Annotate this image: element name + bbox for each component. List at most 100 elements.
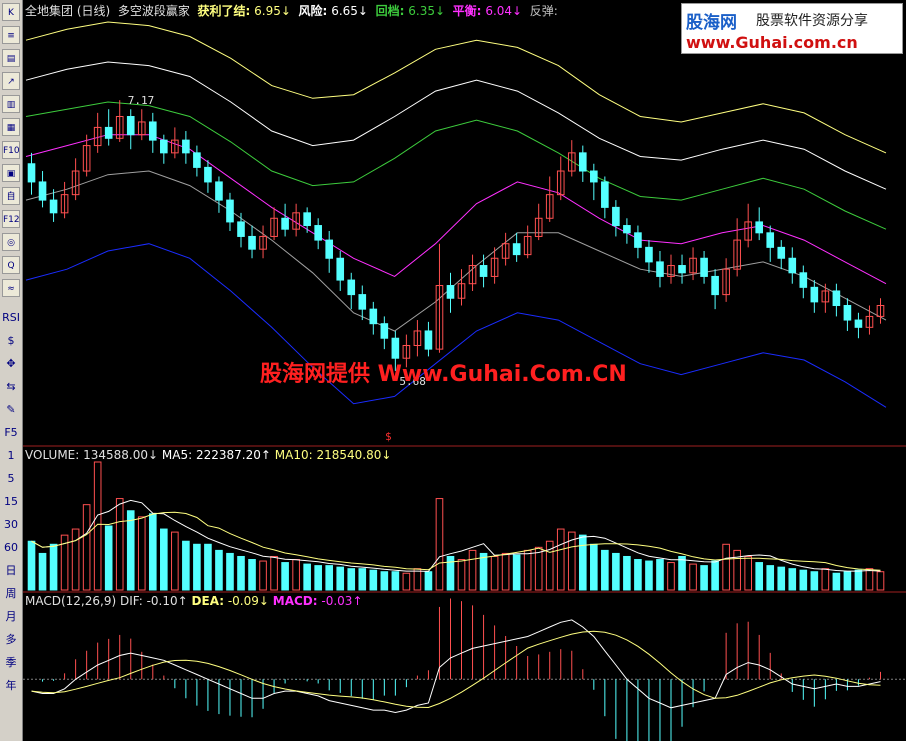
candle-body — [843, 305, 852, 321]
candle-body — [766, 232, 775, 248]
candle-body — [678, 265, 686, 274]
candle-body — [358, 294, 367, 310]
dif-value: -0.10↑ — [146, 594, 188, 608]
volume-bar — [193, 543, 201, 591]
band-line-2 — [25, 101, 887, 230]
toolbar-button-8[interactable]: 自 — [2, 187, 20, 205]
volume-bar — [755, 562, 764, 591]
toolbar-button-2[interactable]: ▤ — [2, 49, 20, 67]
volume-bar — [82, 504, 91, 591]
volume-bar — [656, 559, 664, 591]
stock-name: 全地集团 (日线) — [25, 4, 111, 18]
dea-label: DEA: — [191, 594, 224, 608]
toolbar-button-11[interactable]: Q — [2, 256, 20, 274]
candle-body — [237, 221, 245, 237]
toolbar-item-14[interactable]: 多 — [2, 630, 20, 650]
candle-body — [204, 166, 212, 183]
toolbar-item-16[interactable]: 年 — [2, 676, 20, 696]
candle-body — [424, 330, 433, 350]
toolbar-button-5[interactable]: ▦ — [2, 118, 20, 136]
toolbar-button-10[interactable]: ◎ — [2, 233, 20, 251]
candle-body — [369, 308, 378, 325]
risk-value: 6.65↓ — [331, 4, 368, 18]
indicator-name: 多空波段赢家 — [117, 4, 190, 18]
chart-header: 全地集团 (日线) 多空波段赢家 获利了结: 6.95↓ 风险: 6.65↓ 回… — [25, 2, 558, 19]
toolbar-item-1[interactable]: $ — [2, 331, 20, 351]
candle-body — [578, 152, 587, 172]
volume-bar — [49, 543, 58, 591]
candle-body — [248, 235, 256, 250]
volume-value: 134588.00↓ — [83, 448, 159, 462]
candle-body — [380, 323, 389, 339]
toolbar-item-13[interactable]: 月 — [2, 607, 20, 627]
ma5-value: 222387.20↑ — [195, 448, 271, 462]
toolbar-button-4[interactable]: ▥ — [2, 95, 20, 113]
volume-label: VOLUME: — [25, 448, 80, 462]
candle-body — [281, 217, 289, 230]
candle-body — [755, 221, 764, 234]
toolbar-item-15[interactable]: 季 — [2, 653, 20, 673]
volume-bar — [358, 568, 367, 591]
dif-label: DIF: — [119, 594, 143, 608]
volume-bar — [369, 569, 378, 591]
volume-bar — [590, 543, 598, 591]
volume-bar — [259, 560, 267, 591]
candle-body — [182, 139, 190, 154]
candle-body — [832, 290, 841, 307]
toolbar-item-2[interactable]: ✥ — [2, 354, 20, 374]
toolbar-item-0[interactable]: RSI — [2, 308, 20, 328]
logo-brand: 股海网 — [686, 13, 737, 33]
toolbar-item-12[interactable]: 周 — [2, 584, 20, 604]
volume-bar — [854, 569, 863, 591]
candle-body — [656, 261, 664, 277]
toolbar-button-6[interactable]: F10 — [2, 141, 20, 159]
volume-bar — [623, 555, 631, 591]
volume-bar — [777, 566, 786, 591]
candle-body — [601, 181, 609, 208]
volume-bar — [424, 571, 433, 591]
toolbar-button-3[interactable]: ↗ — [2, 72, 20, 90]
candle-body — [104, 126, 113, 139]
volume-bar — [270, 555, 278, 591]
candle-body — [777, 246, 786, 259]
volume-bar — [799, 569, 808, 591]
candle-body — [38, 181, 47, 201]
toolbar-item-3[interactable]: ⇆ — [2, 377, 20, 397]
volume-bar — [490, 555, 499, 591]
volume-bar — [281, 562, 289, 591]
candle-body — [810, 286, 819, 303]
risk-label: 风险: — [298, 4, 328, 18]
toolbar-button-12[interactable]: ≈ — [2, 279, 20, 297]
toolbar-item-7[interactable]: 5 — [2, 469, 20, 489]
logo-tagline: 股票软件资源分享 — [756, 13, 868, 29]
toolbar-button-0[interactable]: K — [2, 3, 20, 21]
toolbar-item-9[interactable]: 30 — [2, 515, 20, 535]
toolbar-item-10[interactable]: 60 — [2, 538, 20, 558]
toolbar-button-9[interactable]: F12 — [2, 210, 20, 228]
profit-label: 获利了结: — [197, 4, 251, 18]
toolbar-item-5[interactable]: F5 — [2, 423, 20, 443]
volume-bar — [556, 528, 565, 591]
volume-bar — [689, 563, 697, 591]
candle-body — [160, 139, 168, 154]
dea-line — [31, 630, 881, 709]
signal-marker: $ — [385, 430, 392, 443]
volume-bar — [865, 568, 874, 591]
volume-bar — [821, 568, 830, 591]
toolbar-button-1[interactable]: ≡ — [2, 26, 20, 44]
profit-value: 6.95↓ — [254, 4, 291, 18]
toolbar-button-7[interactable]: ▣ — [2, 164, 20, 182]
volume-bar — [215, 549, 223, 591]
volume-bar — [678, 555, 686, 591]
volume-bar — [104, 525, 113, 591]
volume-bar — [601, 549, 609, 591]
candle-body — [226, 199, 234, 223]
toolbar-item-8[interactable]: 15 — [2, 492, 20, 512]
candle-body — [479, 265, 488, 277]
toolbar-item-6[interactable]: 1 — [2, 446, 20, 466]
volume-bar — [71, 528, 80, 591]
candle-body — [700, 257, 708, 277]
toolbar-item-4[interactable]: ✎ — [2, 400, 20, 420]
logo-url: www.Guhai.com.cn — [686, 33, 858, 52]
toolbar-item-11[interactable]: 日 — [2, 561, 20, 581]
